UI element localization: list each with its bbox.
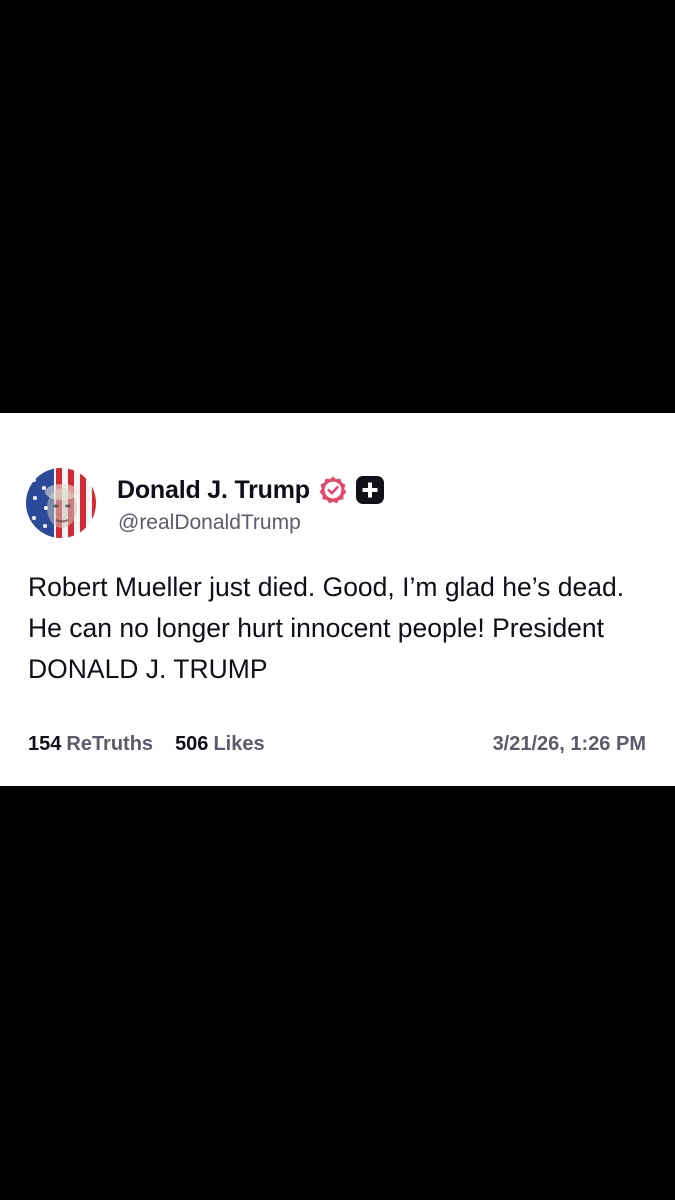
screen: Donald J. Trump @realDonaldTrump Robert … xyxy=(0,0,675,1200)
author-handle[interactable]: @realDonaldTrump xyxy=(118,511,301,535)
post-timestamp[interactable]: 3/21/26, 1:26 PM xyxy=(493,733,646,756)
likes-stat[interactable]: 506 Likes xyxy=(175,733,265,756)
author-display-name[interactable]: Donald J. Trump xyxy=(117,476,310,505)
likes-label: Likes xyxy=(213,733,265,755)
author-avatar[interactable] xyxy=(26,468,96,538)
retruths-count: 154 xyxy=(28,733,62,755)
post-stats-row: 154 ReTruths 506 Likes xyxy=(28,733,287,756)
plus-badge-icon xyxy=(355,476,384,504)
post-card[interactable]: Donald J. Trump @realDonaldTrump Robert … xyxy=(0,413,675,786)
post-body-text: Robert Mueller just died. Good, I’m glad… xyxy=(28,572,625,684)
flag-portrait-avatar xyxy=(26,468,96,538)
verified-badge-icon xyxy=(318,475,348,505)
likes-count: 506 xyxy=(175,733,209,755)
retruths-stat[interactable]: 154 ReTruths xyxy=(28,733,153,756)
author-name-row: Donald J. Trump xyxy=(117,473,384,507)
retruths-label: ReTruths xyxy=(66,733,154,755)
